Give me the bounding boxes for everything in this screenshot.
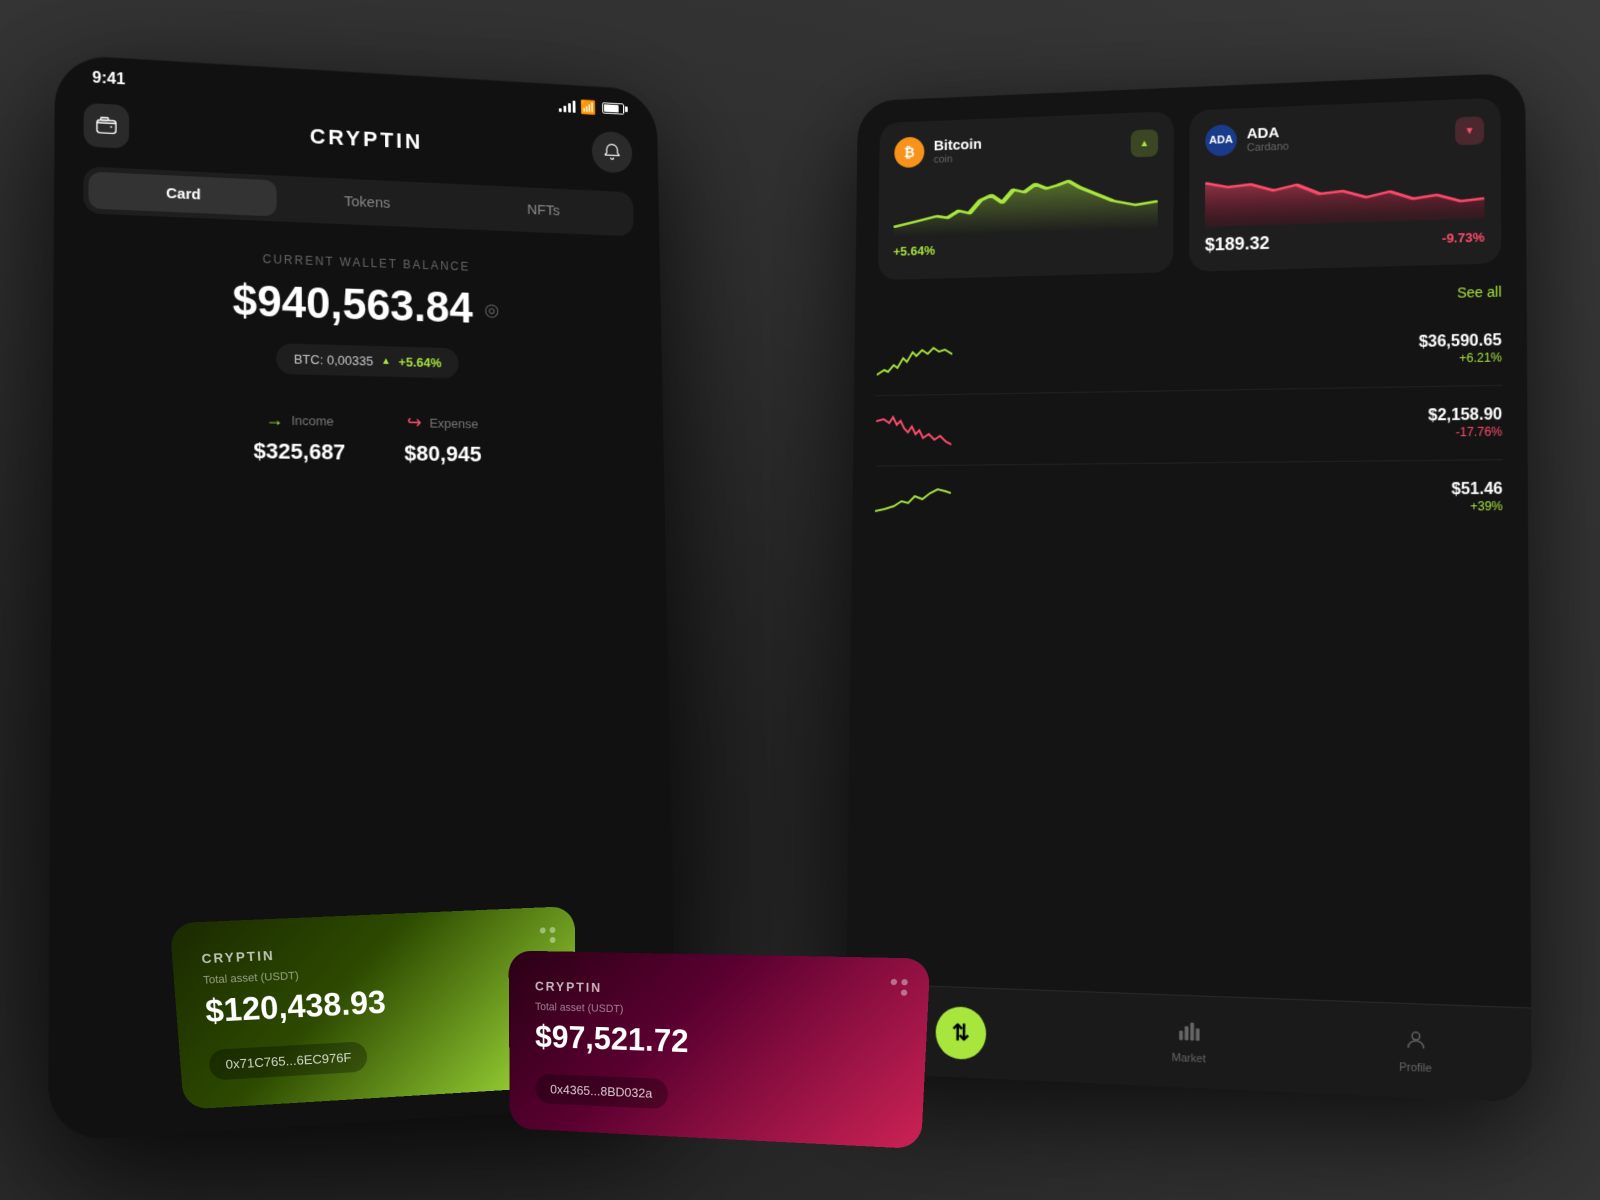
asset-price-1: $36,590.65: [1419, 332, 1502, 352]
asset-change-1: +6.21%: [1419, 350, 1502, 366]
finance-row: → Income $325,687 ↪ Expense $80,945: [82, 406, 638, 470]
ada-full: Cardano: [1247, 140, 1289, 153]
tab-card[interactable]: Card: [88, 172, 276, 217]
wallet-icon: [95, 114, 118, 137]
income-label: → Income: [254, 409, 346, 432]
market-label: Market: [1172, 1051, 1206, 1065]
profile-icon: [1404, 1027, 1427, 1057]
card-dots-green: [540, 927, 556, 944]
btc-full: coin: [934, 152, 982, 165]
mini-cards-row: ₿ Bitcoin coin ▲: [856, 73, 1527, 281]
asset-chart-1: [877, 340, 953, 380]
card-dots-pink: [890, 979, 908, 996]
asset-change-3: +39%: [1452, 499, 1503, 514]
ada-card-header: ADA ADA Cardano ▼: [1205, 114, 1484, 156]
bell-icon: [603, 142, 622, 162]
signal-icon: [558, 99, 575, 112]
income-item: → Income $325,687: [254, 409, 346, 465]
tab-tokens[interactable]: Tokens: [276, 180, 456, 224]
btc-change: +5.64%: [398, 354, 441, 370]
balance-main: $940,563.84 ◎: [83, 271, 636, 338]
card-pink[interactable]: CRYPTIN Total asset (USDT) $97,521.72 0x…: [509, 951, 931, 1150]
asset-change-2: -17.76%: [1428, 424, 1502, 439]
ada-chart: [1205, 158, 1485, 227]
profile-label: Profile: [1399, 1061, 1432, 1075]
status-time: 9:41: [92, 70, 125, 90]
asset-price-3: $51.46: [1452, 481, 1503, 500]
btc-badge: BTC: 0,00335 ▲ +5.64%: [276, 343, 459, 378]
ada-mini-card[interactable]: ADA ADA Cardano ▼: [1189, 98, 1501, 272]
battery-icon: [602, 102, 624, 114]
asset-chart-2: [876, 410, 952, 450]
floating-card-pink: CRYPTIN Total asset (USDT) $97,521.72 0x…: [509, 951, 931, 1150]
asset-info-3: [966, 497, 1435, 500]
income-arrow-icon: →: [265, 409, 283, 430]
app-logo: CRYPTIN: [310, 124, 424, 155]
asset-info-1: [968, 350, 1403, 359]
ada-change: -9.73%: [1442, 230, 1485, 246]
notification-button[interactable]: [592, 131, 633, 174]
nav-profile[interactable]: Profile: [1399, 1027, 1432, 1074]
btc-mini-change: +5.64%: [893, 236, 1158, 258]
card-brand-pink: CRYPTIN: [535, 979, 899, 1003]
ada-trend-badge: ▼: [1455, 116, 1484, 145]
card-address-green: 0x71C765...6EC976F: [208, 1041, 368, 1080]
btc-coin-icon: ₿: [894, 137, 924, 169]
asset-info-2: [967, 424, 1412, 430]
ada-price: $189.32: [1205, 233, 1270, 256]
asset-chart-3: [875, 481, 951, 520]
balance-amount: $940,563.84: [233, 277, 474, 334]
btc-trend-badge: ▲: [1131, 129, 1158, 157]
exchange-button[interactable]: ⇅: [935, 1005, 986, 1059]
asset-row-3[interactable]: $51.46 +39%: [852, 460, 1528, 536]
bitcoin-mini-card[interactable]: ₿ Bitcoin coin ▲: [878, 111, 1174, 280]
ada-coin-icon: ADA: [1205, 124, 1237, 156]
btc-chart: [893, 170, 1158, 237]
expense-label: ↪ Expense: [404, 412, 481, 434]
wifi-icon: 📶: [580, 99, 596, 116]
asset-row-1[interactable]: $36,590.65 +6.21%: [854, 311, 1527, 395]
income-value: $325,687: [254, 438, 346, 465]
asset-price-2: $2,158.90: [1428, 406, 1502, 425]
see-all-button[interactable]: See all: [1457, 284, 1502, 301]
ada-name: ADA: [1247, 124, 1289, 142]
wallet-icon-button[interactable]: [84, 103, 130, 149]
expense-item: ↪ Expense $80,945: [404, 412, 481, 467]
nav-market[interactable]: Market: [1172, 1018, 1206, 1065]
asset-row-2[interactable]: $2,158.90 -17.76%: [853, 385, 1528, 465]
panel-right: ₿ Bitcoin coin ▲: [845, 73, 1532, 1103]
btc-value: BTC: 0,00335: [294, 352, 373, 369]
eye-icon[interactable]: ◎: [484, 300, 499, 321]
card-value-pink: $97,521.72: [535, 1019, 897, 1068]
bitcoin-card-header: ₿ Bitcoin coin ▲: [894, 127, 1158, 168]
market-icon: [1178, 1019, 1200, 1049]
expense-arrow-icon: ↪: [407, 412, 422, 433]
btc-up-arrow: ▲: [381, 356, 391, 367]
tab-nfts[interactable]: NFTs: [456, 189, 629, 232]
btc-name: Bitcoin: [934, 136, 982, 154]
card-address-pink: 0x4365...8BD032a: [535, 1074, 668, 1110]
expense-value: $80,945: [404, 441, 481, 468]
